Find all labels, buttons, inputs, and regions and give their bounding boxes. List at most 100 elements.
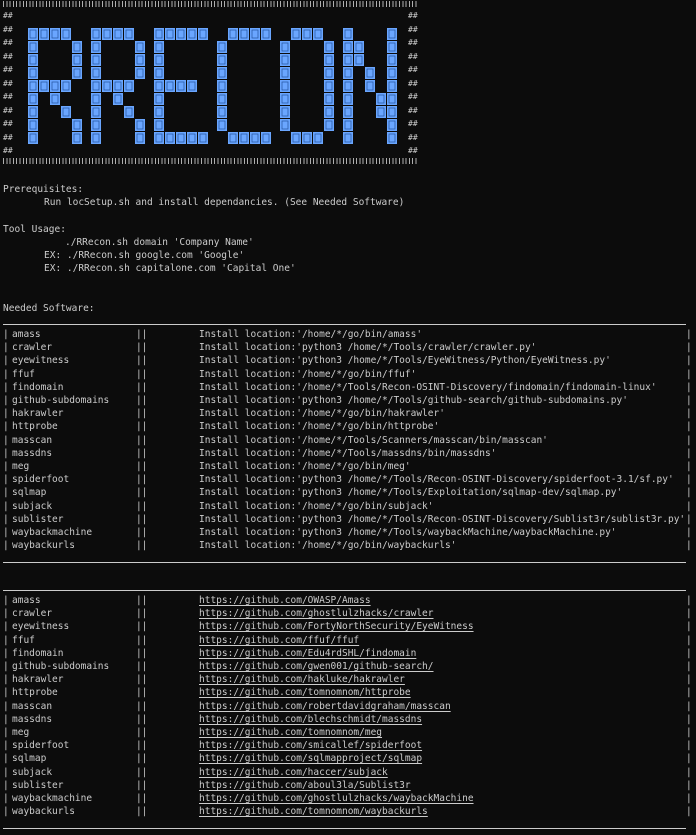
- install-location: Install location:'/home/*/go/bin/hakrawl…: [199, 408, 445, 420]
- repo-link[interactable]: https://github.com/blechschmidt/massdns: [199, 713, 422, 726]
- repo-link[interactable]: https://github.com/aboul3la/Sublist3r: [199, 779, 411, 792]
- tool-name: hakrawler: [12, 408, 64, 420]
- usage-example-1: EX: ./RRecon.sh google.com 'Google': [44, 250, 245, 261]
- table-row: | eyewitness || Install location:'python3 /…: [0, 354, 692, 367]
- column-separator: ||: [136, 779, 148, 791]
- repo-link[interactable]: https://github.com/tomnomnom/meg: [199, 726, 382, 739]
- tool-name: meg: [12, 461, 30, 472]
- repo-link[interactable]: https://github.com/ghostlulzhacks/waybac…: [199, 792, 474, 805]
- table-row: | spiderfoot || Install location:'python3 /…: [0, 473, 692, 486]
- row-right-border: |: [686, 474, 692, 486]
- repo-links-table: | amass || https://github.com/OWASP/Amass | |…: [0, 588, 692, 832]
- tool-name: findomain: [12, 381, 64, 393]
- table-top-rule: [3, 590, 686, 591]
- row-right-border: |: [686, 779, 692, 791]
- row-right-border: |: [686, 434, 692, 446]
- tool-name: httprobe: [12, 687, 58, 699]
- row-right-border: |: [686, 713, 692, 725]
- row-left-border: |: [3, 634, 9, 646]
- install-location: Install location:'/home/*/go/bin/amass': [199, 329, 423, 340]
- usage-syntax: ./RRecon.sh domain 'Company Name': [65, 237, 254, 248]
- column-separator: ||: [136, 461, 148, 472]
- row-right-border: |: [686, 687, 692, 699]
- row-right-border: |: [686, 395, 692, 406]
- tool-name: waybackmachine: [12, 527, 93, 538]
- row-left-border: |: [3, 540, 9, 552]
- tool-name: sqlmap: [12, 487, 47, 499]
- table-row: | sqlmap || Install location:'python3 /home…: [0, 486, 692, 499]
- row-right-border: |: [686, 674, 692, 686]
- row-right-border: |: [686, 527, 692, 538]
- row-left-border: |: [3, 674, 9, 686]
- tool-name: subjack: [12, 500, 53, 512]
- tool-name: httprobe: [12, 421, 58, 433]
- row-left-border: |: [3, 329, 9, 340]
- column-separator: ||: [136, 740, 148, 752]
- column-separator: ||: [136, 753, 148, 765]
- tool-name: spiderfoot: [12, 740, 70, 752]
- row-right-border: |: [686, 595, 692, 606]
- software-title: Needed Software:: [3, 303, 95, 314]
- table-row: | spiderfoot || https://github.com/smicalle…: [0, 739, 692, 752]
- table-row: | amass || Install location:'/home/*/go/bin…: [0, 328, 692, 341]
- row-left-border: |: [3, 661, 9, 672]
- column-separator: ||: [136, 687, 148, 699]
- row-left-border: |: [3, 700, 9, 712]
- tool-name: masscan: [12, 434, 53, 446]
- table-row: | ffuf || https://github.com/ffuf/ffuf |: [0, 634, 692, 647]
- repo-link[interactable]: https://github.com/haccer/subjack: [199, 766, 388, 779]
- table-row: | httprobe || Install location:'/home/*/go/…: [0, 420, 692, 433]
- tool-name: sqlmap: [12, 753, 47, 765]
- table-row: | crawler || https://github.com/ghostlulzha…: [0, 607, 692, 620]
- install-location: Install location:'/home/*/go/bin/httprob…: [199, 421, 440, 433]
- repo-link[interactable]: https://github.com/sqlmapproject/sqlmap: [199, 752, 422, 765]
- row-right-border: |: [686, 329, 692, 340]
- install-location: Install location:'/home/*/Tools/massdns/…: [199, 447, 497, 459]
- column-separator: ||: [136, 500, 148, 512]
- column-separator: ||: [136, 608, 148, 620]
- row-right-border: |: [686, 421, 692, 433]
- row-left-border: |: [3, 595, 9, 606]
- table-row: | sqlmap || https://github.com/sqlmapprojec…: [0, 752, 692, 765]
- repo-link[interactable]: https://github.com/OWASP/Amass: [199, 594, 371, 607]
- install-location: Install location:'python3 /home/*/Tools/…: [199, 355, 611, 367]
- column-separator: ||: [136, 766, 148, 778]
- row-right-border: |: [686, 608, 692, 620]
- install-location: Install location:'python3 /home/*/Tools/…: [199, 395, 628, 406]
- row-left-border: |: [3, 687, 9, 699]
- tool-name: ffuf: [12, 368, 35, 380]
- rrecon-logo: [28, 28, 397, 144]
- repo-link[interactable]: https://github.com/FortyNorthSecurity/Ey…: [199, 620, 474, 633]
- install-location: Install location:'python3 /home/*/Tools/…: [199, 527, 617, 538]
- repo-link[interactable]: https://github.com/hakluke/hakrawler: [199, 673, 405, 686]
- column-separator: ||: [136, 474, 148, 486]
- column-separator: ||: [136, 513, 148, 525]
- install-location: Install location:'/home/*/go/bin/ffuf': [199, 368, 417, 380]
- row-left-border: |: [3, 766, 9, 778]
- row-left-border: |: [3, 753, 9, 765]
- repo-link[interactable]: https://github.com/gwen001/github-search…: [199, 660, 434, 673]
- repo-link[interactable]: https://github.com/ffuf/ffuf: [199, 634, 359, 647]
- column-separator: ||: [136, 634, 148, 646]
- row-right-border: |: [686, 727, 692, 738]
- tool-name: amass: [12, 329, 41, 340]
- repo-link[interactable]: https://github.com/tomnomnom/httprobe: [199, 686, 411, 699]
- row-left-border: |: [3, 727, 9, 738]
- column-separator: ||: [136, 355, 148, 367]
- row-left-border: |: [3, 647, 9, 659]
- repo-link[interactable]: https://github.com/smicallef/spiderfoot: [199, 739, 422, 752]
- row-left-border: |: [3, 395, 9, 406]
- column-separator: ||: [136, 661, 148, 672]
- row-right-border: |: [686, 513, 692, 525]
- table-row: | findomain || https://github.com/Edu4rdSHL…: [0, 647, 692, 660]
- repo-link[interactable]: https://github.com/ghostlulzhacks/crawle…: [199, 607, 434, 620]
- row-right-border: |: [686, 447, 692, 459]
- repo-link[interactable]: https://github.com/Edu4rdSHL/findomain: [199, 647, 416, 660]
- tool-name: crawler: [12, 342, 53, 354]
- repo-link[interactable]: https://github.com/tomnomnom/waybackurls: [199, 805, 428, 818]
- row-left-border: |: [3, 461, 9, 472]
- row-right-border: |: [686, 634, 692, 646]
- repo-link[interactable]: https://github.com/robertdavidgraham/mas…: [199, 700, 451, 713]
- tool-name: meg: [12, 727, 30, 738]
- table-row: | subjack || https://github.com/haccer/subj…: [0, 766, 692, 779]
